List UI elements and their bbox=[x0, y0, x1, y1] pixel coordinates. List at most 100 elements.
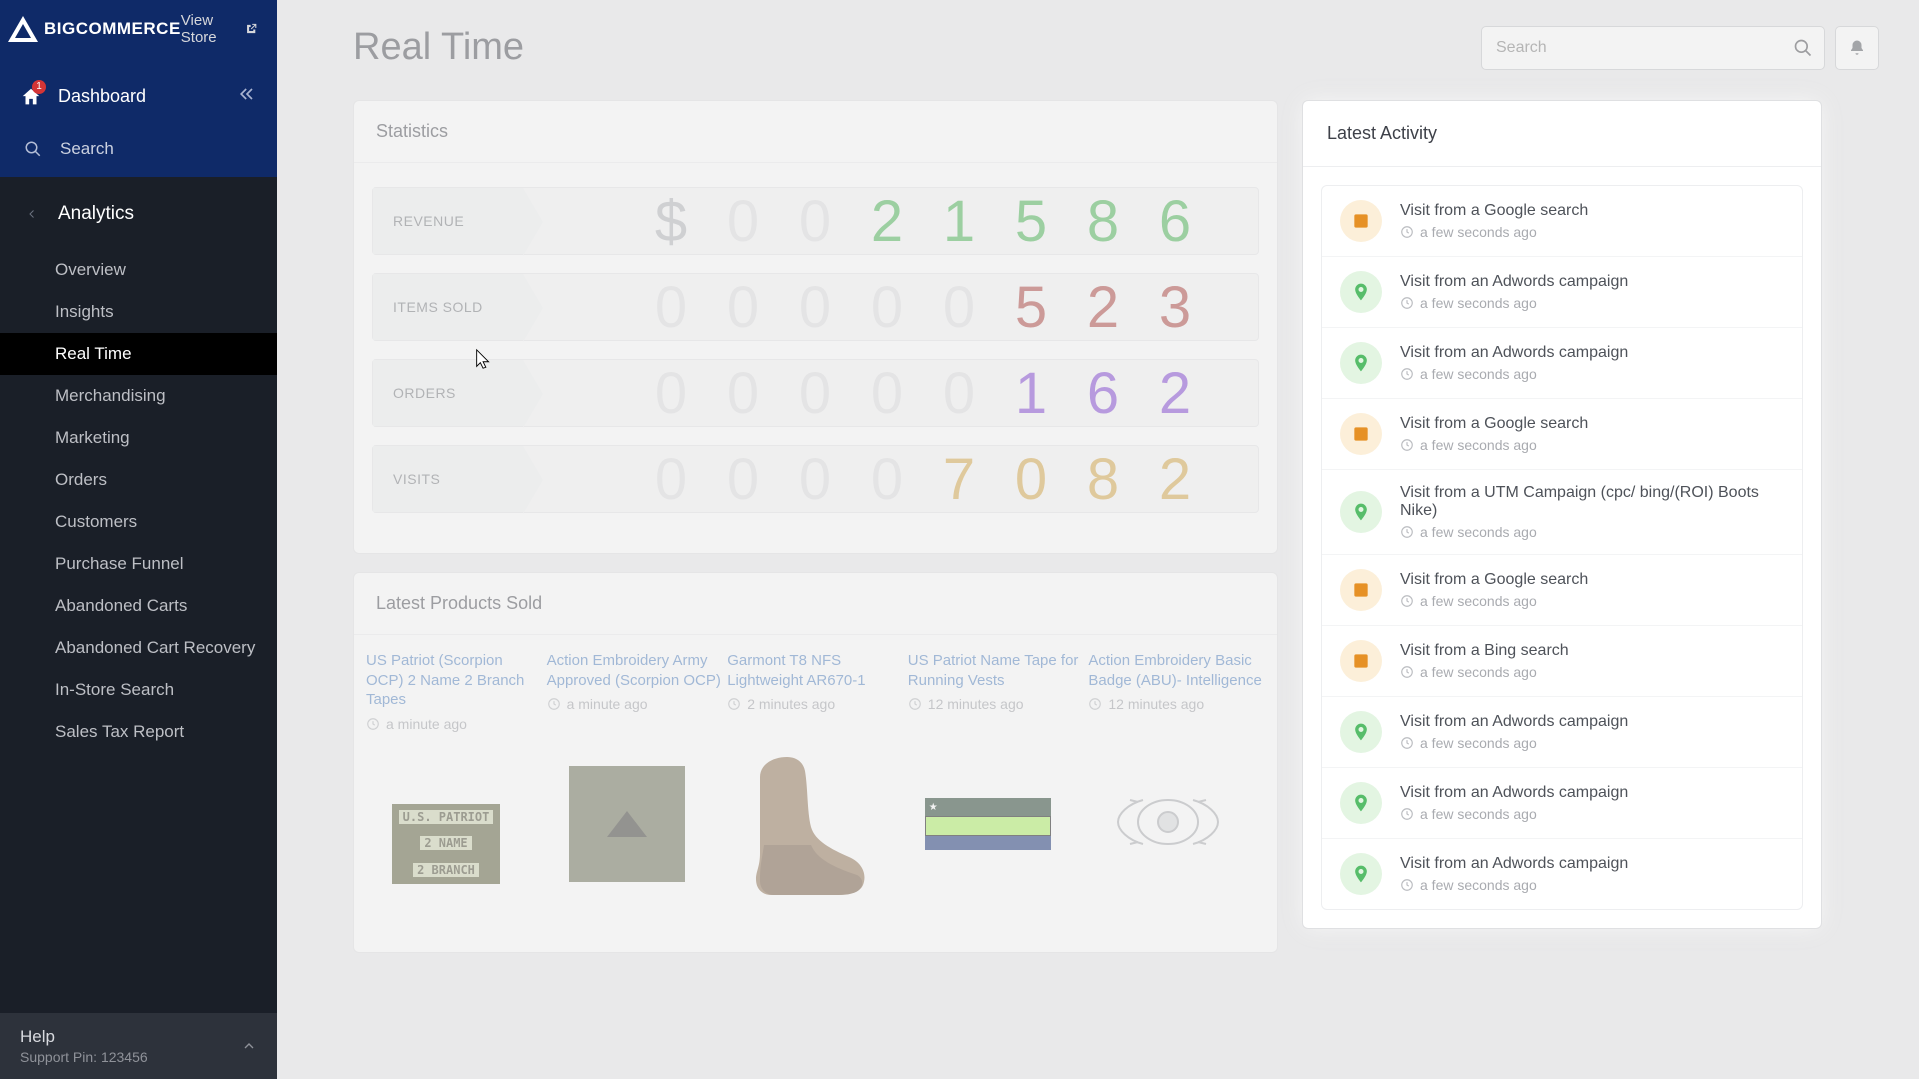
product-card[interactable]: US Patriot Name Tape for Running Vests12… bbox=[908, 651, 1085, 924]
notifications-button[interactable] bbox=[1835, 26, 1879, 70]
clock-icon bbox=[1400, 225, 1414, 239]
product-time: a minute ago bbox=[547, 696, 724, 712]
nav-item-purchase-funnel[interactable]: Purchase Funnel bbox=[0, 543, 277, 585]
bell-icon bbox=[1848, 39, 1866, 57]
pin-icon bbox=[1340, 271, 1382, 313]
stat-row: ORDERS00000162 bbox=[372, 359, 1259, 427]
activity-time: a few seconds ago bbox=[1400, 664, 1569, 680]
digit-zero: 0 bbox=[706, 188, 778, 255]
nav-item-realtime[interactable]: Real Time bbox=[0, 333, 277, 375]
activity-time: a few seconds ago bbox=[1400, 295, 1628, 311]
nav-item-marketing[interactable]: Marketing bbox=[0, 417, 277, 459]
activity-item[interactable]: Visit from an Adwords campaigna few seco… bbox=[1322, 839, 1802, 909]
product-time: 12 minutes ago bbox=[1088, 696, 1265, 712]
nav-item-abandoned-carts[interactable]: Abandoned Carts bbox=[0, 585, 277, 627]
home-icon: 1 bbox=[20, 86, 42, 108]
product-image: U.S. PATRIOT2 NAME2 BRANCH bbox=[392, 804, 500, 884]
brand-row: BIGCOMMERCE View Store bbox=[0, 0, 277, 70]
activity-time: a few seconds ago bbox=[1400, 593, 1588, 609]
digit-zero: 0 bbox=[706, 446, 778, 513]
pin-icon bbox=[1340, 491, 1382, 533]
digit-value: 5 bbox=[994, 274, 1066, 341]
product-time: 2 minutes ago bbox=[727, 696, 904, 712]
clock-icon bbox=[1400, 665, 1414, 679]
product-card[interactable]: Action Embroidery Basic Badge (ABU)- Int… bbox=[1088, 651, 1265, 924]
digit-zero: 0 bbox=[634, 360, 706, 427]
nav-label: In-Store Search bbox=[55, 680, 174, 699]
global-search[interactable] bbox=[1481, 26, 1825, 70]
digit-zero: 0 bbox=[706, 274, 778, 341]
sidebar-search[interactable]: Search bbox=[0, 129, 277, 177]
clock-icon bbox=[1088, 697, 1102, 711]
product-image bbox=[569, 766, 685, 882]
search-icon[interactable] bbox=[1793, 38, 1813, 58]
analytics-section-header[interactable]: Analytics bbox=[0, 177, 277, 249]
product-card[interactable]: Garmont T8 NFS Lightweight AR670-12 minu… bbox=[727, 651, 904, 924]
search-input[interactable] bbox=[1481, 26, 1825, 70]
collapse-sidebar-button[interactable] bbox=[237, 84, 257, 109]
activity-item[interactable]: Visit from a Bing searcha few seconds ag… bbox=[1322, 626, 1802, 697]
activity-text: Visit from an Adwords campaign bbox=[1400, 784, 1628, 802]
help-row[interactable]: Help Support Pin: 123456 bbox=[0, 1013, 277, 1079]
activity-item[interactable]: Visit from a Google searcha few seconds … bbox=[1322, 399, 1802, 470]
activity-panel: Latest Activity Visit from a Google sear… bbox=[1302, 100, 1822, 929]
main: Real Time Statistics REVENUE$0021586ITEM… bbox=[277, 0, 1919, 1079]
digit-value: 8 bbox=[1066, 188, 1138, 255]
product-title: Action Embroidery Basic Badge (ABU)- Int… bbox=[1088, 651, 1265, 690]
nav-label: Real Time bbox=[55, 344, 132, 363]
nav-label: Abandoned Cart Recovery bbox=[55, 638, 255, 657]
activity-item[interactable]: Visit from a UTM Campaign (cpc/ bing/(RO… bbox=[1322, 470, 1802, 555]
activity-item[interactable]: Visit from a Google searcha few seconds … bbox=[1322, 186, 1802, 257]
clock-icon bbox=[547, 697, 561, 711]
nav-label: Overview bbox=[55, 260, 126, 279]
chevron-left-icon bbox=[26, 208, 38, 220]
digit-value: 5 bbox=[994, 188, 1066, 255]
stat-label: ORDERS bbox=[373, 360, 523, 426]
digit-value: 1 bbox=[994, 360, 1066, 427]
nav-label: Customers bbox=[55, 512, 137, 531]
source-icon bbox=[1340, 200, 1382, 242]
digit-zero: 0 bbox=[922, 274, 994, 341]
sidebar-item-dashboard[interactable]: 1 Dashboard bbox=[0, 70, 277, 129]
source-icon bbox=[1340, 640, 1382, 682]
nav-item-orders[interactable]: Orders bbox=[0, 459, 277, 501]
product-time: 12 minutes ago bbox=[908, 696, 1085, 712]
digit-zero: 0 bbox=[706, 360, 778, 427]
nav-item-overview[interactable]: Overview bbox=[0, 249, 277, 291]
products-panel: Latest Products Sold US Patriot (Scorpio… bbox=[353, 572, 1278, 953]
activity-item[interactable]: Visit from a Google searcha few seconds … bbox=[1322, 555, 1802, 626]
activity-item[interactable]: Visit from an Adwords campaigna few seco… bbox=[1322, 697, 1802, 768]
activity-item[interactable]: Visit from an Adwords campaigna few seco… bbox=[1322, 768, 1802, 839]
activity-time: a few seconds ago bbox=[1400, 366, 1628, 382]
product-card[interactable]: US Patriot (Scorpion OCP) 2 Name 2 Branc… bbox=[366, 651, 543, 924]
nav-item-instore-search[interactable]: In-Store Search bbox=[0, 669, 277, 711]
help-label: Help bbox=[20, 1027, 148, 1047]
digit-zero: 0 bbox=[850, 274, 922, 341]
clock-icon bbox=[1400, 367, 1414, 381]
clock-icon bbox=[1400, 525, 1414, 539]
clock-icon bbox=[1400, 594, 1414, 608]
nav-item-sales-tax-report[interactable]: Sales Tax Report bbox=[0, 711, 277, 753]
product-time: a minute ago bbox=[366, 716, 543, 732]
activity-time: a few seconds ago bbox=[1400, 224, 1588, 240]
source-icon bbox=[1340, 569, 1382, 611]
nav-item-customers[interactable]: Customers bbox=[0, 501, 277, 543]
stat-row: VISITS00007082 bbox=[372, 445, 1259, 513]
activity-item[interactable]: Visit from an Adwords campaigna few seco… bbox=[1322, 328, 1802, 399]
clock-icon bbox=[1400, 736, 1414, 750]
brand[interactable]: BIGCOMMERCE bbox=[8, 16, 181, 42]
nav-item-insights[interactable]: Insights bbox=[0, 291, 277, 333]
product-image bbox=[1103, 787, 1233, 862]
activity-time: a few seconds ago bbox=[1400, 524, 1784, 540]
digit-value: 1 bbox=[922, 188, 994, 255]
search-icon bbox=[24, 140, 42, 158]
product-card[interactable]: Action Embroidery Army Approved (Scorpio… bbox=[547, 651, 724, 924]
clock-icon bbox=[1400, 878, 1414, 892]
view-store-link[interactable]: View Store bbox=[181, 12, 257, 46]
nav-item-abandoned-cart-recovery[interactable]: Abandoned Cart Recovery bbox=[0, 627, 277, 669]
nav-item-merchandising[interactable]: Merchandising bbox=[0, 375, 277, 417]
activity-item[interactable]: Visit from an Adwords campaigna few seco… bbox=[1322, 257, 1802, 328]
statistics-title: Statistics bbox=[354, 101, 1277, 163]
chevron-up-icon bbox=[241, 1038, 257, 1054]
clock-icon bbox=[1400, 438, 1414, 452]
